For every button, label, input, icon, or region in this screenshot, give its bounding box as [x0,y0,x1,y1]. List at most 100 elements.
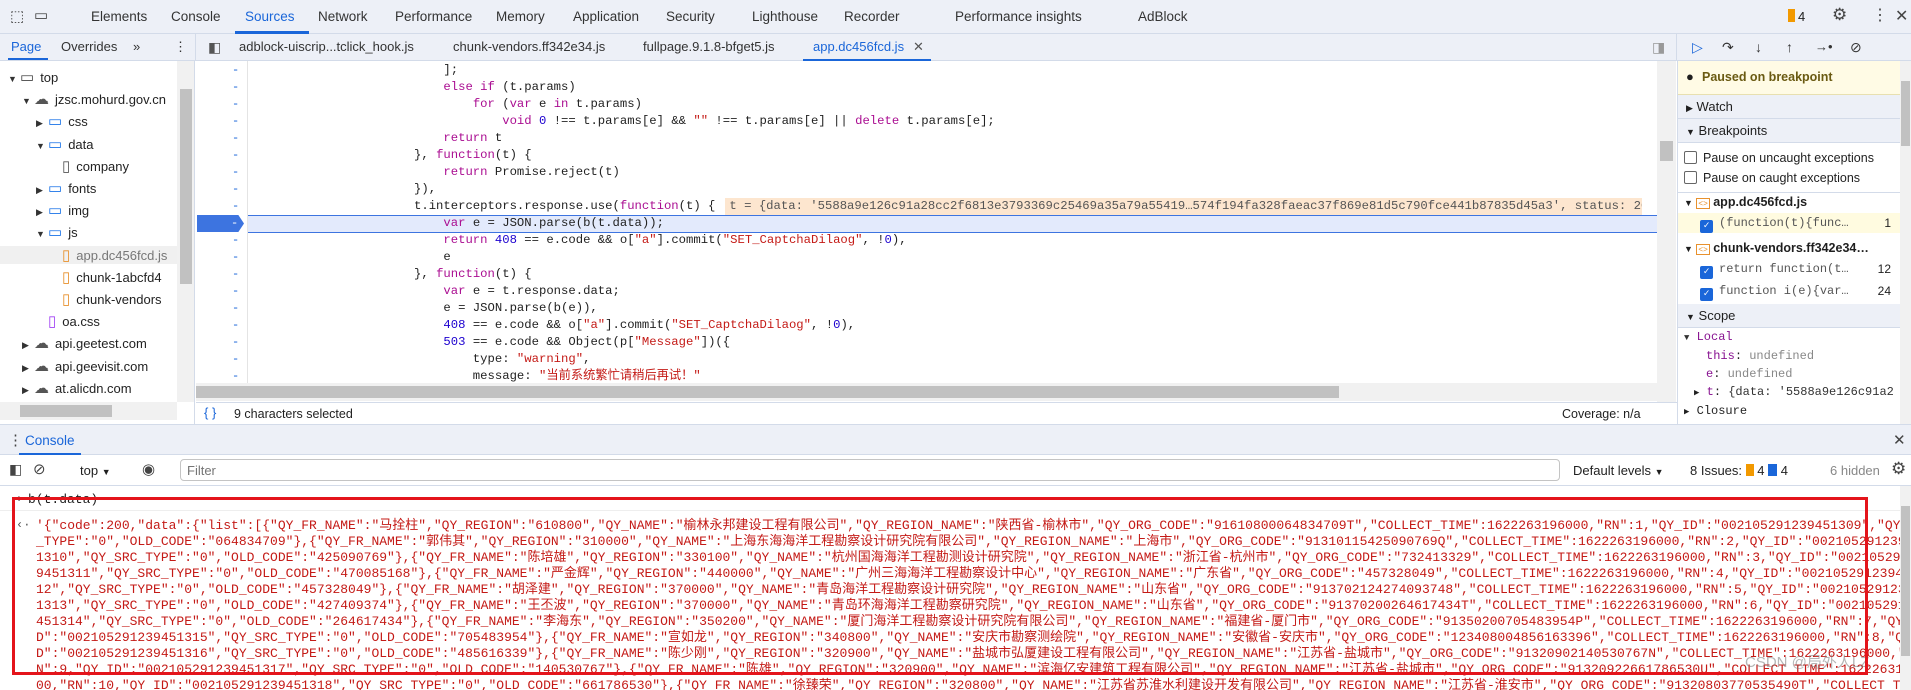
toggle-navigator-icon[interactable]: ◧ [208,39,221,56]
breakpoint-item[interactable]: ✓ (function(t){func… 1 [1678,213,1900,233]
tree-item[interactable]: ▶ ☁ api.geevisit.com [22,357,148,375]
collapsed-arrow-icon[interactable]: ▶ [22,340,32,351]
live-expression-eye-icon[interactable]: ◉ [142,460,155,478]
tree-item[interactable]: ▼ ▭ top [8,68,58,86]
breakpoint-checkbox[interactable]: ✓ [1700,266,1713,279]
expanded-arrow-icon[interactable]: ▼ [8,74,18,84]
file-tab-chunk-vendors[interactable]: chunk-vendors.ff342e34.js [453,39,605,54]
tree-item[interactable]: ▼ ☁ jzsc.mohurd.gov.cn [22,90,166,108]
resume-icon[interactable]: ▷ [1692,39,1703,56]
tab-performance-insights[interactable]: Performance insights [955,9,1082,24]
breakpoint-checkbox[interactable]: ✓ [1700,288,1713,301]
tree-item[interactable]: ▶ ▭ img [36,201,89,219]
editor-vscrollbar[interactable] [1657,61,1676,402]
tab-overrides[interactable]: Overrides [61,39,117,54]
line-number[interactable]: - [232,300,239,317]
breakpoint-item[interactable]: ✓ return function(t… 12 [1678,259,1900,279]
expanded-arrow-icon[interactable]: ▼ [36,229,46,239]
file-tab-fullpage[interactable]: fullpage.9.1.8-bfget5.js [643,39,775,54]
line-number[interactable]: - [232,283,239,300]
expanded-arrow-icon[interactable]: ▼ [36,141,46,151]
collapsed-arrow-icon[interactable]: ▶ [1694,388,1699,398]
step-icon[interactable]: →• [1815,39,1833,54]
navigator-menu-icon[interactable]: ⋮ [174,39,187,55]
tab-memory[interactable]: Memory [496,9,545,24]
tree-item[interactable]: ▶ ☁ api.geetest.com [22,334,147,352]
breakpoints-section[interactable]: ▼ Breakpoints [1678,119,1900,143]
file-tab-adblock[interactable]: adblock-uiscrip...tclick_hook.js [239,39,414,54]
scrollbar-thumb[interactable] [20,405,112,417]
scope-section[interactable]: ▼ Scope [1678,304,1900,328]
tab-page[interactable]: Page [11,39,41,54]
tab-elements[interactable]: Elements [91,9,147,24]
line-number[interactable]: - [232,317,239,334]
more-options-icon[interactable]: ⋮ [1872,5,1888,25]
watch-section[interactable]: ▶ Watch [1678,95,1900,119]
line-number[interactable]: - [232,96,239,113]
issues-count[interactable]: 4 [1798,9,1805,24]
drawer-menu-icon[interactable]: ⋮ [8,431,23,449]
tab-lighthouse[interactable]: Lighthouse [752,9,818,24]
tree-item[interactable]: ▯ app.dc456fcd.js [0,245,177,264]
tree-item[interactable]: ▯ company [50,157,129,175]
breakpoint-marker[interactable]: - [197,215,244,232]
more-tabs-chevron-icon[interactable]: » [133,39,140,54]
log-levels-dropdown[interactable]: Default levels ▼ [1573,463,1664,478]
line-number[interactable]: - [232,351,239,368]
step-into-icon[interactable]: ↓ [1755,39,1762,55]
scope-local[interactable]: ▼ Local [1684,330,1733,344]
tab-recorder[interactable]: Recorder [844,9,900,24]
line-number[interactable]: - [232,130,239,147]
line-number[interactable]: - [232,147,239,164]
clear-console-icon[interactable]: ⊘ [33,460,46,478]
scrollbar-thumb[interactable] [1660,141,1673,161]
scope-closure[interactable]: ▶ Closure [1684,404,1747,418]
scope-variable[interactable]: ▶ t: {data: '5588a9e126c91a2 [1694,385,1894,399]
scrollbar-thumb[interactable] [1901,81,1910,146]
breakpoint-checkbox[interactable]: ✓ [1700,220,1713,233]
navigator-vscrollbar[interactable] [177,61,194,402]
collapsed-arrow-icon[interactable]: ▶ [22,363,32,374]
scope-variable[interactable]: e: undefined [1706,367,1792,381]
line-gutter[interactable]: -------------------- [196,61,248,401]
drawer-tab-console[interactable]: Console [25,433,75,448]
tab-security[interactable]: Security [666,9,715,24]
breakpoint-item[interactable]: ✓ function i(e){var… 24 [1678,281,1900,301]
expanded-arrow-icon[interactable]: ▼ [22,96,32,106]
settings-gear-icon[interactable]: ⚙ [1832,5,1847,25]
file-tab-app[interactable]: app.dc456fcd.js [813,39,904,54]
tree-item[interactable]: ▶ ▭ fonts [36,179,96,197]
tree-item[interactable]: ▯ oa.css [36,312,100,330]
scrollbar-thumb[interactable] [1901,506,1910,656]
scrollbar-thumb[interactable] [196,386,1339,398]
pause-caught-checkbox[interactable]: Pause on caught exceptions [1684,171,1860,185]
tab-application[interactable]: Application [573,9,639,24]
line-number[interactable]: - [232,164,239,181]
close-tab-icon[interactable]: ✕ [913,39,924,55]
tree-item[interactable]: ▯ chunk-vendors [50,290,162,308]
tab-network[interactable]: Network [318,9,368,24]
line-number[interactable]: - [232,62,239,79]
collapsed-arrow-icon[interactable]: ▶ [36,207,46,218]
navigator-hscrollbar[interactable] [0,402,177,420]
editor-hscrollbar[interactable] [196,383,1657,401]
line-number[interactable]: - [232,79,239,96]
collapsed-arrow-icon[interactable]: ▶ [36,185,46,196]
tree-item[interactable]: ▼ ▭ data [36,135,94,153]
debugger-vscrollbar[interactable] [1900,61,1911,424]
line-number[interactable]: - [232,198,239,215]
console-sidebar-icon[interactable]: ◧ [9,461,22,478]
tab-adblock[interactable]: AdBlock [1138,9,1188,24]
console-settings-gear-icon[interactable]: ⚙ [1891,459,1906,479]
toggle-debugger-icon[interactable]: ◨ [1652,39,1665,56]
issues-button[interactable]: 8 Issues: 4 4 [1690,463,1788,478]
line-number[interactable]: - [232,266,239,283]
close-devtools-icon[interactable]: ✕ [1895,6,1908,26]
context-selector[interactable]: top ▼ [80,463,111,478]
pause-uncaught-checkbox[interactable]: Pause on uncaught exceptions [1684,151,1874,165]
console-vscrollbar[interactable] [1900,486,1911,690]
tree-item[interactable]: ▼ ▭ js [36,223,78,241]
collapsed-arrow-icon[interactable]: ▶ [22,385,32,396]
tree-item[interactable]: ▯ chunk-1abcfd4 [50,268,162,286]
device-toolbar-icon[interactable]: ▭ [34,6,48,24]
